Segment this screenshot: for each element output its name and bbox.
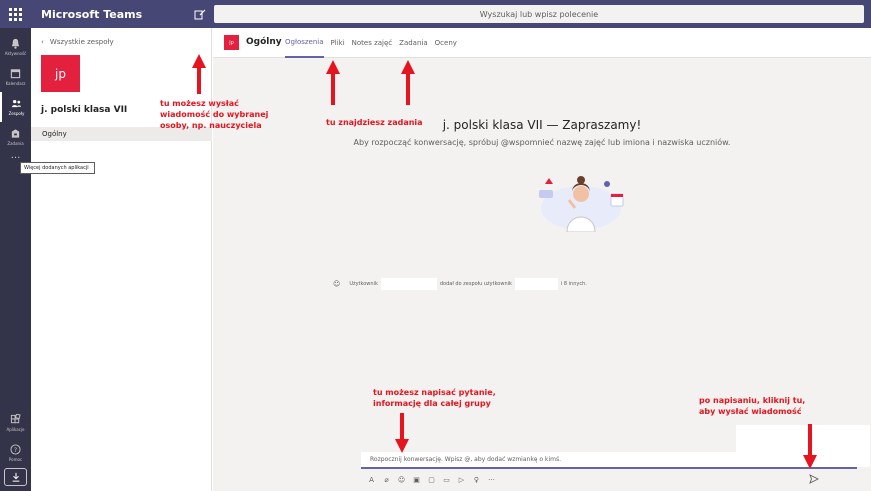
member-icon: ☺ [333,280,341,288]
rail-label-calendar: Kalendarz [5,81,26,86]
rail-item-help[interactable]: ? Pomoc [0,438,31,468]
rail-label-teams: Zespoły [8,111,25,116]
app-rail: Aktywność Kalendarz Zespoły Zadania ··· … [0,28,31,491]
arrow-down-icon [803,424,817,469]
assignments-icon [11,129,20,138]
rail-item-teams[interactable]: Zespoły [0,92,31,122]
arrow-up-icon [192,54,206,94]
annotation-tasks-hint: tu znajdziesz zadania [326,118,423,127]
system-message-part1: Użytkownik [349,281,378,287]
back-to-teams-link[interactable]: ‹ Wszystkie zespoły [41,38,114,46]
svg-text:?: ? [14,446,17,454]
send-icon[interactable] [809,474,819,484]
teams-icon [11,100,22,108]
redaction-block [380,278,437,290]
rail-item-calendar[interactable]: Kalendarz [0,62,31,92]
channel-main: jp Ogólny Ogłoszenia Pliki Notes zajęć Z… [213,28,871,491]
praise-icon[interactable]: ♀ [472,475,481,484]
rail-item-apps[interactable]: Aplikacje [0,408,31,438]
download-icon [12,472,19,482]
annotation-question-hint: tu możesz napisać pytanie, informację dl… [373,388,496,408]
channel-tabs: Ogłoszenia Pliki Notes zajęć Zadania Oce… [285,28,457,58]
channel-avatar: jp [224,35,239,50]
welcome-subtitle: Aby rozpocząć konwersację, spróbuj @wspo… [353,138,731,147]
more-apps-tooltip: Więcej dodanych aplikacji [20,162,95,174]
more-options-icon[interactable]: ··· [487,475,496,484]
app-launcher-button[interactable] [0,0,31,28]
gif-icon[interactable]: ▣ [412,475,421,484]
rail-item-assignments[interactable]: Zadania [0,122,31,152]
tab-class-notebook[interactable]: Notes zajęć [352,28,393,58]
app-title: Microsoft Teams [41,7,143,21]
team-avatar: jp [41,55,80,92]
system-message-part3: i 8 innych. [560,281,587,287]
welcome-title: j. polski klasa VII — Zapraszamy! [442,118,642,132]
chevron-left-icon: ‹ [41,38,44,46]
annotation-send-hint: po napisaniu, kliknij tu, aby wysłać wia… [699,396,806,416]
arrow-up-icon [326,60,340,105]
download-button[interactable] [4,468,27,486]
tab-files[interactable]: Pliki [331,28,345,58]
compose-toolbar: A ⌀ ☺ ▣ ▢ ▭ ▷ ♀ ··· [367,475,496,484]
rail-label-help: Pomoc [8,457,23,462]
system-message-part2: dodał do zespołu użytkownik [439,281,512,287]
tab-grades[interactable]: Oceny [435,28,457,58]
bell-icon [11,38,20,49]
team-name: j. polski klasa VII [41,105,128,115]
search-input[interactable]: Wyszukaj lub wpisz polecenie [214,5,864,23]
sticker-icon[interactable]: ▢ [427,475,436,484]
tab-posts[interactable]: Ogłoszenia [285,28,324,58]
format-icon[interactable]: A [367,475,376,484]
arrow-down-icon [395,413,409,453]
annotation-compose-hint: tu możesz wysłać wiadomość do wybranej o… [160,99,269,130]
rail-label-assignments: Zadania [7,141,24,146]
back-label: Wszystkie zespoły [49,38,114,46]
welcome-illustration-icon [539,176,624,232]
arrow-up-icon [401,60,415,105]
stream-icon[interactable]: ▷ [457,475,466,484]
apps-icon [10,414,21,424]
calendar-icon [10,69,21,79]
attach-icon[interactable]: ⌀ [382,475,391,484]
waffle-icon [9,7,22,21]
rail-label-apps: Aplikacje [6,427,25,432]
message-compose-input[interactable]: Rozpocznij konwersację. Wpisz @, aby dod… [361,452,857,469]
rail-item-activity[interactable]: Aktywność [0,32,31,62]
compose-placeholder: Rozpocznij konwersację. Wpisz @, aby dod… [370,456,562,463]
tab-assignments[interactable]: Zadania [399,28,428,58]
channel-title: Ogólny [246,37,282,47]
system-message: ☺ Użytkownik dodał do zespołu użytkownik… [333,278,587,290]
redaction-block [514,278,558,290]
help-icon: ? [10,444,21,455]
search-placeholder: Wyszukaj lub wpisz polecenie [479,9,599,19]
rail-label-activity: Aktywność [4,51,27,56]
channel-header: jp Ogólny Ogłoszenia Pliki Notes zajęć Z… [213,28,871,58]
emoji-icon[interactable]: ☺ [397,475,406,484]
new-chat-icon[interactable] [194,8,206,20]
meet-icon[interactable]: ▭ [442,475,451,484]
